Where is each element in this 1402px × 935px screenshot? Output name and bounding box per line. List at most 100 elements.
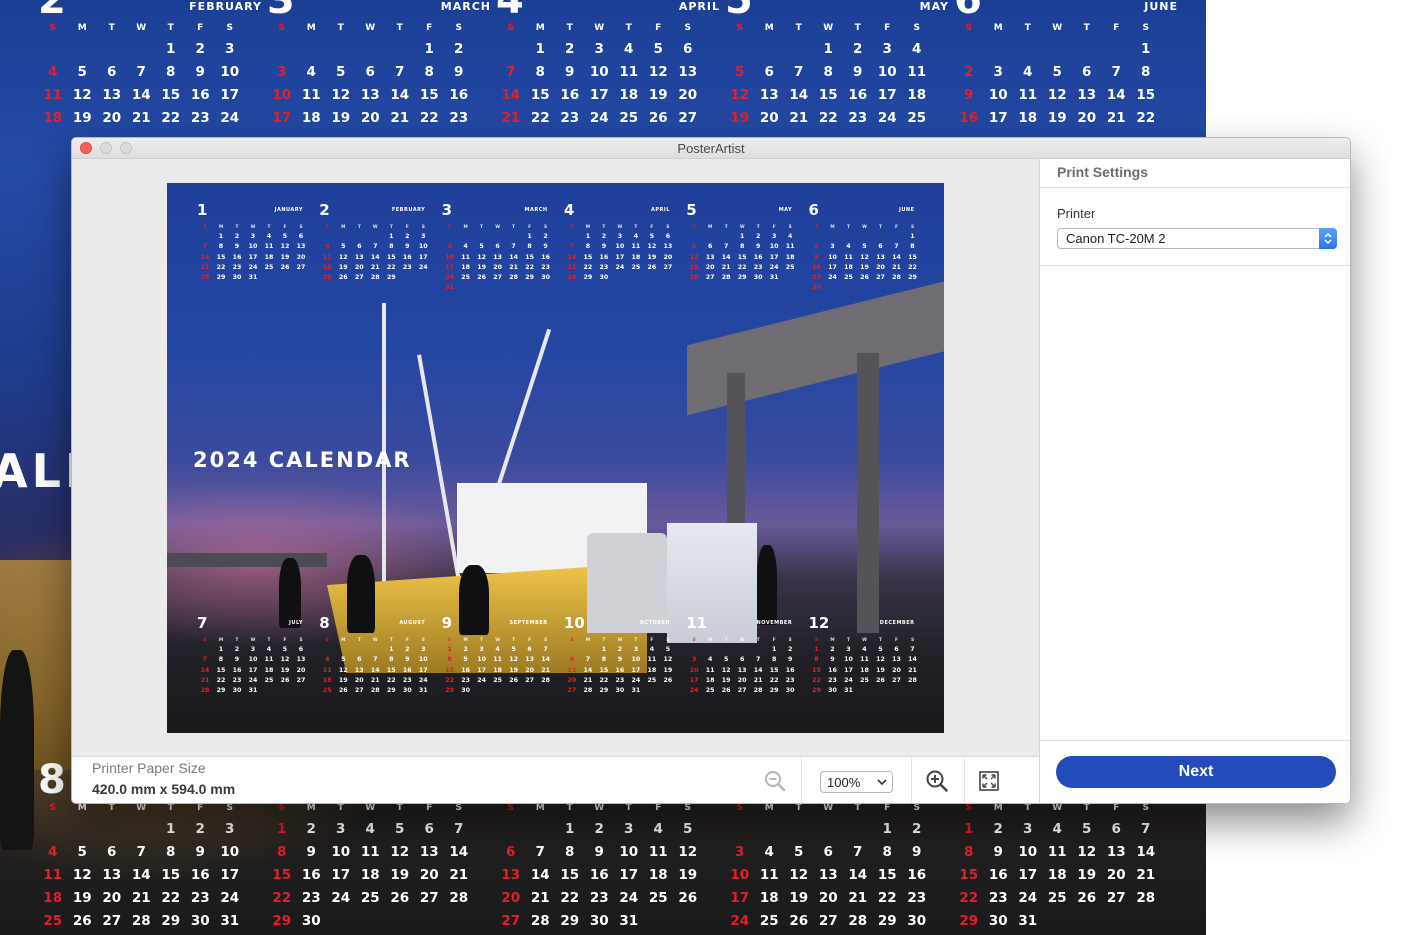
calendar-day: 8	[218, 656, 224, 664]
calendar-day: 31	[769, 274, 779, 282]
panel-divider	[1040, 187, 1350, 188]
calendar-day: 26	[338, 687, 348, 695]
weekday-label: S	[325, 638, 329, 643]
calendar-day: 8	[166, 844, 176, 860]
calendar-day: 29	[583, 274, 593, 282]
weekday-label: T	[512, 638, 516, 643]
calendar-day: 12	[390, 844, 410, 860]
calendar-day	[702, 645, 718, 655]
calendar-day: 30	[785, 687, 795, 695]
calendar-day: 30	[461, 687, 470, 695]
calendar-day: 30	[753, 274, 763, 282]
calendar-day: 3	[225, 821, 235, 837]
weekday-label: M	[764, 23, 774, 33]
weekday-label: S	[666, 225, 670, 230]
month-day-grid: S M T W T F S 1 2 3 4 5 6 7 8 9 10 11 12 13 14 15 16 17 18 19 20 21…	[319, 636, 431, 696]
calendar-day: 26	[338, 274, 348, 282]
calendar-day: 5	[794, 844, 804, 860]
calendar-day: 16	[812, 263, 821, 271]
weekday-label: T	[634, 638, 638, 643]
calendar-day: 24	[844, 676, 853, 684]
calendar-day: 17	[1018, 867, 1038, 883]
person-figure	[279, 558, 301, 628]
calendar-day: 5	[683, 821, 693, 837]
calendar-day: 27	[296, 676, 306, 684]
weekday-label: S	[226, 23, 233, 33]
weekday-label: S	[299, 638, 303, 643]
fit-to-window-icon[interactable]	[979, 771, 999, 796]
calendar-day: 10	[220, 844, 240, 860]
calendar-day: 6	[107, 844, 117, 860]
calendar-day: 18	[493, 666, 502, 674]
calendar-day: 25	[631, 263, 641, 271]
calendar-day: 16	[959, 110, 979, 126]
calendar-day: 27	[663, 263, 673, 271]
calendar-day: 7	[136, 844, 146, 860]
weekday-label: S	[421, 225, 425, 230]
calendar-day: 16	[541, 253, 550, 261]
calendar-day: 6	[298, 233, 304, 240]
calendar-day: 27	[419, 890, 439, 906]
calendar-day	[750, 645, 766, 655]
calendar-day: 23	[190, 110, 210, 126]
calendar-day: 3	[617, 233, 623, 240]
calendar-day: 13	[705, 253, 715, 261]
calendar-day: 6	[298, 646, 304, 653]
calendar-day: 1	[1141, 41, 1151, 57]
next-button[interactable]: Next	[1056, 756, 1336, 788]
zoom-level-select[interactable]: 100%	[820, 771, 893, 793]
calendar-day: 18	[647, 666, 657, 674]
calendar-day	[38, 38, 68, 61]
calendar-day: 21	[200, 676, 210, 684]
calendar-day: 8	[424, 64, 434, 80]
month-name: JUNE	[898, 207, 915, 213]
calendar-day: 1	[823, 41, 833, 57]
weekday-label: S	[788, 638, 792, 643]
person-figure	[459, 565, 489, 635]
calendar-day: 17	[988, 110, 1008, 126]
calendar-day: 1	[882, 821, 892, 837]
calendar-day: 12	[647, 243, 657, 251]
calendar-day: 27	[501, 913, 521, 929]
calendar-day: 26	[647, 263, 657, 271]
calendar-day	[458, 232, 474, 242]
calendar-day: 11	[647, 656, 657, 664]
month-day-grid: S M T W T F S 1 2 3 4 5 6 7 8 9 10 11 12 13 14 15 16 17 18 19 20 21…	[809, 636, 921, 696]
printer-select[interactable]: Canon TC-20M 2	[1057, 228, 1337, 249]
month-day-grid: S M T W T F S 1 2 3 4 5 6 7 8 9 10 11 12 13 14 15 16 17 18 19 20 21…	[267, 18, 474, 130]
calendar-day: 14	[449, 844, 469, 860]
calendar-day: 27	[876, 274, 885, 282]
calendar-day: 2	[405, 233, 410, 240]
calendar-day: 28	[1136, 890, 1156, 906]
select-stepper-icon	[1319, 228, 1337, 249]
printer-label: Printer	[1057, 206, 1096, 221]
calendar-day: 16	[402, 253, 412, 261]
calendar-day: 23	[461, 676, 470, 684]
zoom-out-icon[interactable]	[764, 770, 786, 797]
calendar-day: 14	[789, 87, 809, 103]
calendar-day: 6	[569, 656, 575, 664]
calendar-day: 6	[357, 243, 362, 251]
calendar-day: 22	[1136, 110, 1156, 126]
toolbar-divider	[801, 757, 802, 803]
calendar-day: 12	[477, 253, 486, 261]
calendar-day: 23	[402, 263, 412, 271]
calendar-day: 16	[402, 666, 412, 674]
forklift	[587, 533, 667, 633]
calendar-day: 1	[166, 41, 176, 57]
weekday-label: M	[463, 638, 468, 643]
calendar-day: 1	[166, 821, 176, 837]
calendar-day: 3	[735, 844, 745, 860]
calendar-day: 23	[988, 890, 1008, 906]
title-bar[interactable]: PosterArtist	[72, 138, 1350, 159]
weekday-label: S	[570, 225, 574, 230]
calendar-day: 15	[560, 867, 580, 883]
month-number: 10	[563, 614, 585, 632]
calendar-day: 19	[280, 253, 290, 261]
weekday-label: W	[617, 638, 623, 643]
calendar-day: 24	[477, 676, 486, 684]
calendar-day: 1	[389, 646, 394, 653]
zoom-in-icon[interactable]	[925, 769, 949, 798]
calendar-day: 9	[405, 243, 410, 251]
calendar-day: 21	[908, 666, 917, 674]
